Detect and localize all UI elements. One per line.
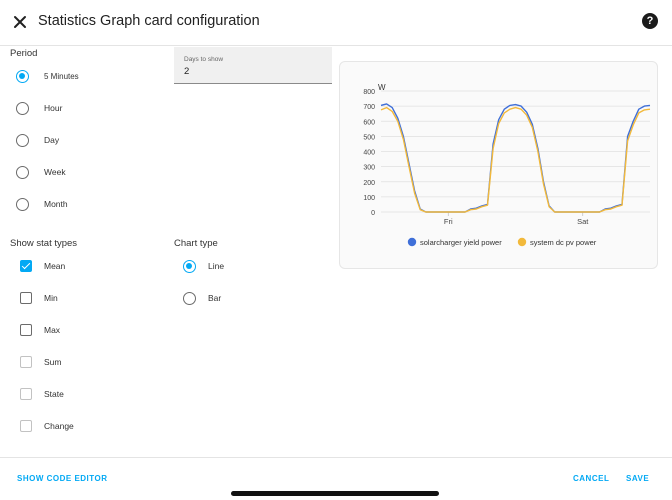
home-indicator [231,491,439,496]
radio-selected-icon[interactable] [16,69,29,83]
stat-type-min[interactable]: Min [20,288,58,308]
statistics-graph-preview: W 0 100 200 300 400 500 600 700 800 Fri Sat solarcha… [339,61,658,269]
period-option-label: Month [44,199,68,209]
chart-y-tick-label: 0 [371,210,375,217]
stat-types-label: Show stat types [10,238,78,249]
dialog-header: Statistics Graph card configuration ? [0,0,672,46]
period-option-month[interactable]: Month [16,194,68,214]
help-icon[interactable]: ? [642,13,658,29]
stat-type-label: Max [44,325,61,335]
period-option-week[interactable]: Week [16,162,66,182]
radio-selected-icon[interactable] [183,259,196,273]
days-to-show-field[interactable]: Days to show 2 [174,47,332,84]
chart-type-label: Chart type [174,238,218,249]
radio-icon[interactable] [16,165,29,179]
days-to-show-label: Days to show [184,56,224,63]
legend-marker-1 [407,237,417,247]
chart-y-tick-label: 300 [363,165,375,172]
stat-type-max[interactable]: Max [20,320,60,340]
stat-type-label: Min [44,293,58,303]
chart-x-tick-label: Sat [577,217,589,226]
checkbox-disabled-icon[interactable] [20,356,32,368]
stat-type-mean[interactable]: Mean [20,256,65,276]
chart-y-tick-label: 700 [363,104,375,111]
period-label: Period [10,48,38,59]
legend-marker-2 [517,237,527,247]
chart-y-tick-label: 800 [363,89,375,96]
checkbox-disabled-icon[interactable] [20,420,32,432]
chart-type-option-line[interactable]: Line [183,256,224,276]
stat-type-state[interactable]: State [20,384,64,404]
stat-type-label: State [44,389,64,399]
cancel-button[interactable]: CANCEL [573,474,609,483]
dialog-title: Statistics Graph card configuration [38,13,260,29]
chart-y-tick-label: 200 [363,180,375,187]
radio-icon[interactable] [183,291,196,305]
period-option-label: Week [44,167,66,177]
legend-label-2: system dc pv power [530,238,597,247]
period-option-label: Day [44,135,60,145]
period-option-hour[interactable]: Hour [16,98,62,118]
chart-type-option-bar[interactable]: Bar [183,288,221,308]
stat-type-label: Sum [44,357,62,367]
legend-label-1: solarcharger yield power [420,238,502,247]
radio-icon[interactable] [16,133,29,147]
chart-y-tick-label: 600 [363,119,375,126]
checkbox-icon[interactable] [20,324,32,336]
chart-series-line-1 [380,103,651,213]
close-icon[interactable] [10,12,30,32]
stat-type-sum[interactable]: Sum [20,352,61,372]
checkbox-checked-icon[interactable] [20,260,32,272]
chart-y-tick-label: 100 [363,195,375,202]
chart-type-option-label: Bar [208,293,222,303]
stat-type-label: Change [44,421,74,431]
period-option-label: 5 Minutes [44,71,79,81]
stat-type-change[interactable]: Change [20,416,74,436]
chart-x-tick-label: Fri [444,217,453,226]
chart-y-tick-label: 400 [363,150,375,157]
radio-icon[interactable] [16,101,29,115]
chart-y-tick-label: 500 [363,134,375,141]
period-option-5-minutes[interactable]: 5 Minutes [16,66,79,86]
period-option-day[interactable]: Day [16,130,59,150]
statistics-chart: W0100200300400500600700800Fri Satsolarcha… [363,83,651,247]
chart-series-line-2 [380,106,651,213]
stat-type-label: Mean [44,261,66,271]
checkbox-disabled-icon[interactable] [20,388,32,400]
checkbox-icon[interactable] [20,292,32,304]
chart-type-option-label: Line [208,261,225,271]
save-button[interactable]: SAVE [626,474,649,483]
show-code-editor-button[interactable]: SHOW CODE EDITOR [17,474,108,483]
period-option-label: Hour [44,103,63,113]
days-to-show-value[interactable]: 2 [184,66,189,77]
radio-icon[interactable] [16,197,29,211]
